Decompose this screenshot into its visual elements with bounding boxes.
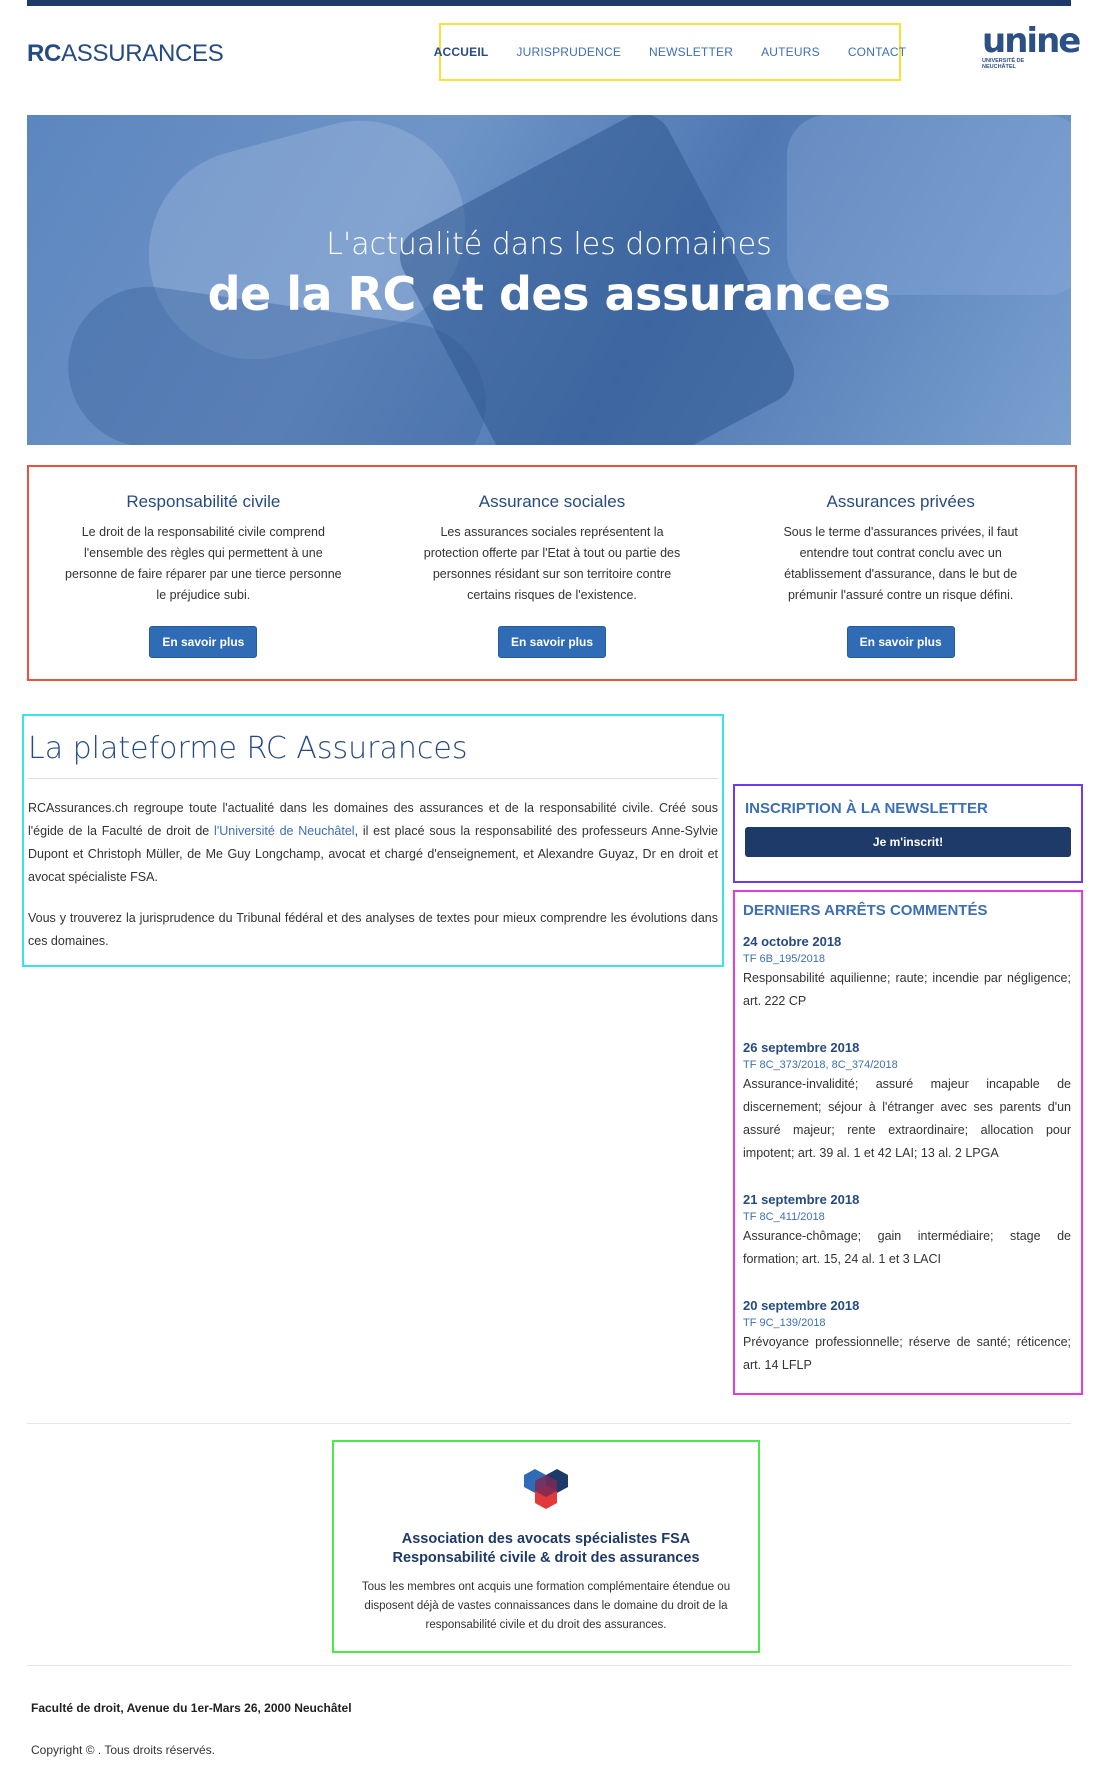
ruling-description: Assurance-invalidité; assuré majeur inca… [743,1077,1071,1160]
footer-copyright: Copyright © . Tous droits réservés. [31,1743,216,1757]
newsletter-widget: INSCRIPTION À LA NEWSLETTER Je m'inscrit… [733,784,1083,883]
ruling-item: 24 octobre 2018 TF 6B_195/2018 Responsab… [743,933,1071,1013]
fsa-description: Tous les membres ont acquis une formatio… [361,1581,731,1631]
ruling-item: 20 septembre 2018 TF 9C_139/2018 Prévoya… [743,1297,1071,1377]
fsa-title-line-1: Association des avocats spécialistes FSA [401,1531,691,1547]
university-logo-subtitle-2: NEUCHÂTEL [982,64,1016,70]
features-section: Responsabilité civile Le droit de la res… [27,465,1077,681]
subscribe-button[interactable]: Je m'inscrit! [745,827,1071,857]
logo-text: ASSURANCES [61,40,224,67]
university-logo[interactable]: unine UNIVERSITÉ DE NEUCHÂTEL [982,21,1081,76]
divider [27,1423,1071,1424]
about-section: La plateforme RC Assurances RCAssurances… [22,714,724,967]
learn-more-button[interactable]: En savoir plus [497,626,607,658]
feature-title: Responsabilité civile [126,492,281,511]
learn-more-button[interactable]: En savoir plus [149,626,258,658]
recent-rulings-widget: DERNIERS ARRÊTS COMMENTÉS 24 octobre 201… [733,890,1083,1395]
fsa-title-line-2: Responsabilité civile & droit des assura… [392,1550,700,1566]
feature-text: Les assurances sociales représentent la … [423,525,681,602]
ruling-description: Responsabilité aquilienne; raute; incend… [743,971,1071,1008]
university-link[interactable]: l'Université de Neuchâtel [214,824,355,838]
feature-assurance-sociales: Assurance sociales Les assurances social… [378,467,727,679]
nav-item-contact[interactable]: CONTACT [834,45,921,59]
feature-assurances-privees: Assurances privées Sous le terme d'assur… [726,467,1075,679]
ruling-date: 21 septembre 2018 [743,1192,860,1207]
ruling-item: 21 septembre 2018 TF 8C_411/2018 Assuran… [743,1191,1071,1271]
feature-text: Sous le terme d'assurances privées, il f… [783,525,1018,602]
ruling-description: Assurance-chômage; gain intermédiaire; s… [743,1229,1071,1266]
feature-responsabilite-civile: Responsabilité civile Le droit de la res… [29,467,378,679]
hero-title: de la RC et des assurances [207,267,891,321]
university-logo-word: unine [982,21,1081,61]
footer-address: Faculté de droit, Avenue du 1er-Mars 26,… [31,1701,352,1715]
feature-title: Assurance sociales [478,492,626,511]
ruling-reference-link[interactable]: TF 8C_373/2018, 8C_374/2018 [743,1057,1071,1073]
ruling-reference-link[interactable]: TF 8C_411/2018 [743,1209,1071,1225]
logo-bold-text: RC [27,40,62,67]
ruling-date: 24 octobre 2018 [743,934,842,949]
main-nav: ACCUEIL JURISPRUDENCE NEWSLETTER AUTEURS… [434,23,906,81]
feature-text: Le droit de la responsabilité civile com… [65,525,342,602]
about-title: La plateforme RC Assurances [28,731,718,779]
divider [27,1665,1071,1666]
recent-rulings-title: DERNIERS ARRÊTS COMMENTÉS [743,902,988,919]
about-paragraph: RCAssurances.ch regroupe toute l'actuali… [28,797,718,889]
about-paragraph: Vous y trouverez la jurisprudence du Tri… [28,911,718,948]
nav-item-newsletter[interactable]: NEWSLETTER [635,45,747,59]
ruling-date: 26 septembre 2018 [743,1040,860,1055]
nav-item-auteurs[interactable]: AUTEURS [747,45,834,59]
ruling-item: 26 septembre 2018 TF 8C_373/2018, 8C_374… [743,1039,1071,1165]
ruling-date: 20 septembre 2018 [743,1298,860,1313]
feature-title: Assurances privées [826,492,975,511]
nav-item-jurisprudence[interactable]: JURISPRUDENCE [502,45,635,59]
fsa-association-block: Association des avocats spécialistes FSA… [332,1440,760,1653]
hero-subtitle: L'actualité dans les domaines [326,227,772,262]
hero-banner: L'actualité dans les domaines de la RC e… [27,115,1071,445]
ruling-reference-link[interactable]: TF 9C_139/2018 [743,1315,1071,1331]
site-logo[interactable]: RCASSURANCES [27,40,224,68]
newsletter-title: INSCRIPTION À LA NEWSLETTER [745,800,988,817]
top-accent-bar [27,0,1071,6]
fsa-logo-icon[interactable] [523,1467,569,1511]
ruling-description: Prévoyance professionnelle; réserve de s… [743,1335,1071,1372]
learn-more-button[interactable]: En savoir plus [846,626,955,658]
ruling-reference-link[interactable]: TF 6B_195/2018 [743,951,1071,967]
nav-item-accueil[interactable]: ACCUEIL [420,45,503,59]
